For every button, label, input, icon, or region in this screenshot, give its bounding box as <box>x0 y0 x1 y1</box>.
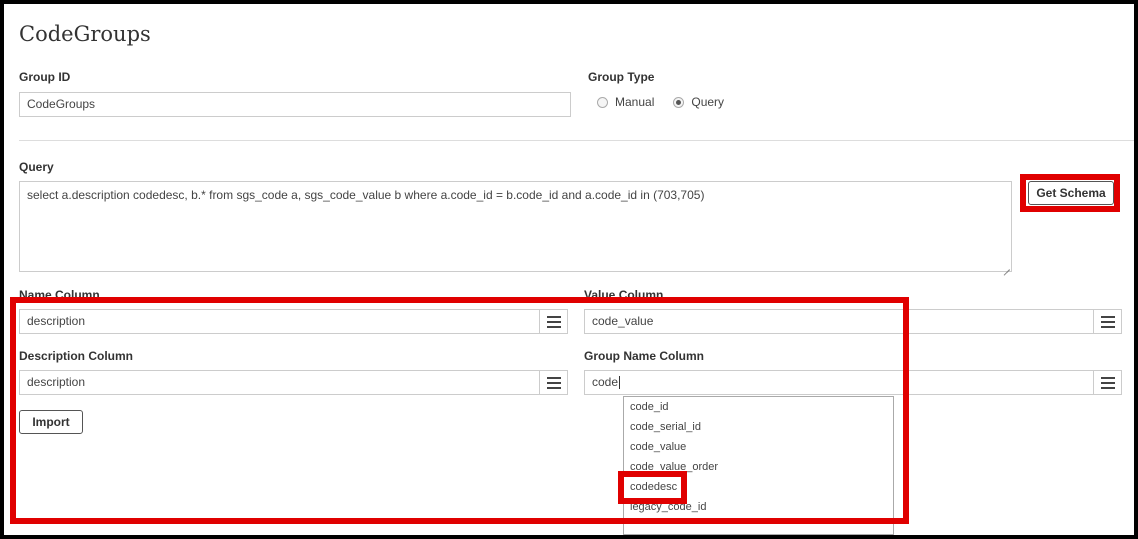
query-text: select a.description codedesc, b.* from … <box>27 188 705 202</box>
group-type-radio-group: Manual Query <box>597 95 743 109</box>
query-textarea[interactable]: select a.description codedesc, b.* from … <box>19 181 1012 272</box>
query-label: Query <box>19 160 54 174</box>
code-groups-page: CodeGroups Group ID CodeGroups Group Typ… <box>4 4 1134 535</box>
highlight-codedesc <box>618 471 687 504</box>
group-id-input[interactable]: CodeGroups <box>19 92 571 117</box>
radio-query-label: Query <box>691 95 725 109</box>
resize-grip-icon[interactable] <box>1002 262 1010 270</box>
value-column-menu-icon[interactable] <box>1093 310 1121 333</box>
radio-manual-label: Manual <box>615 95 655 109</box>
highlight-column-section <box>10 297 909 524</box>
radio-query[interactable] <box>673 96 685 108</box>
page-title: CodeGroups <box>19 22 151 46</box>
section-divider <box>19 140 1134 141</box>
group-name-column-menu-icon[interactable] <box>1093 371 1121 394</box>
highlight-get-schema <box>1020 174 1120 212</box>
group-id-label: Group ID <box>19 70 71 84</box>
group-type-label: Group Type <box>588 70 655 84</box>
radio-manual[interactable] <box>597 96 608 108</box>
